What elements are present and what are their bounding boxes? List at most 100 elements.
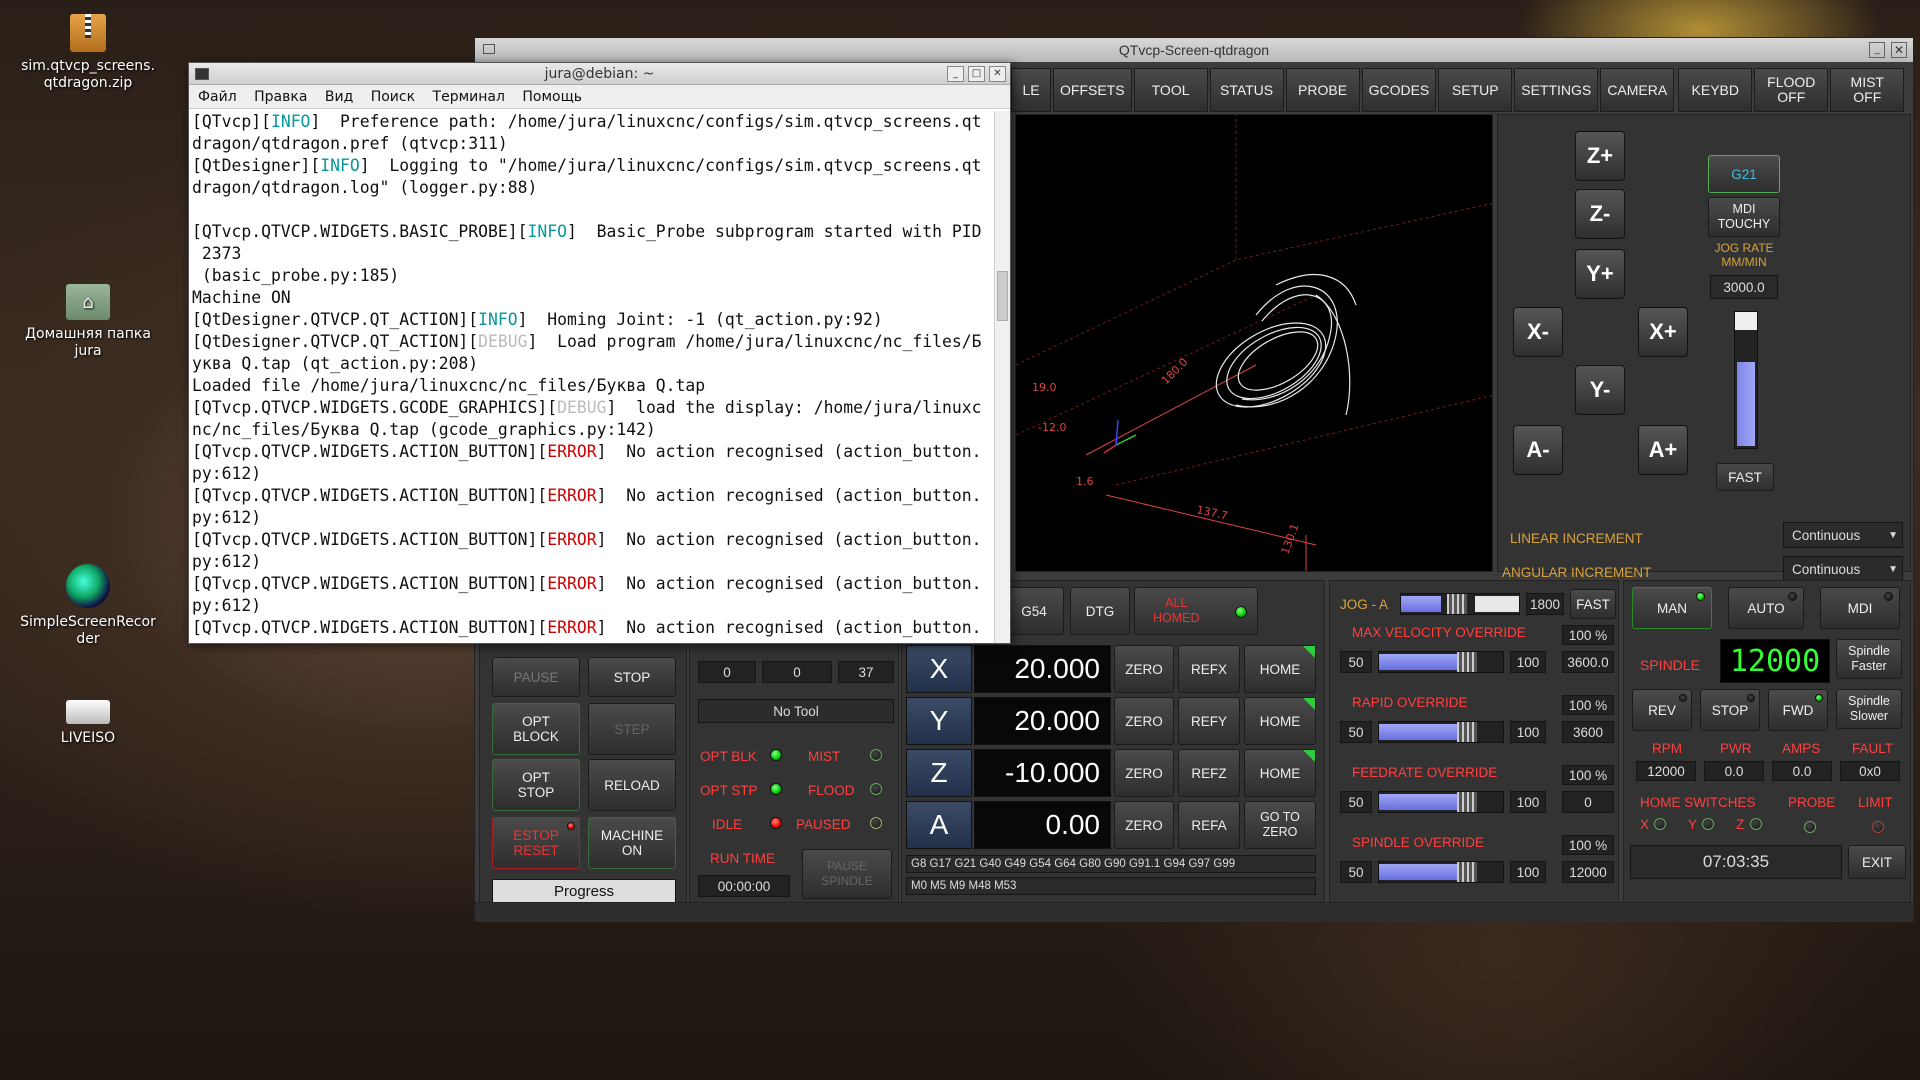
menu-help[interactable]: Помощь [522, 89, 582, 105]
gcode-graphics-view[interactable]: 19.0 -12.0 1.6 137.7 130.1 180.0 [1015, 114, 1493, 572]
scrollbar-thumb[interactable] [997, 271, 1008, 321]
tab-setup[interactable]: SETUP [1438, 68, 1513, 112]
jog-z-plus-button[interactable]: Z+ [1575, 131, 1625, 181]
menu-icon[interactable] [483, 44, 495, 54]
units-button[interactable]: G21 [1708, 155, 1780, 193]
chevron-down-icon: ▼ [1888, 563, 1898, 575]
slider-knob[interactable] [1457, 792, 1477, 812]
terminal-scrollbar[interactable] [994, 111, 1010, 643]
ref-y-button[interactable]: REFY [1178, 697, 1240, 745]
jog-a-plus-button[interactable]: A+ [1638, 425, 1688, 475]
tab-tool[interactable]: TOOL [1133, 68, 1208, 112]
mdi-touchy-button[interactable]: MDI TOUCHY [1708, 197, 1780, 237]
angular-increment-select[interactable]: Continuous ▼ [1783, 556, 1903, 582]
qtdragon-titlebar[interactable]: QTvcp-Screen-qtdragon _ ✕ [475, 38, 1913, 62]
slider-knob[interactable] [1447, 594, 1467, 614]
terminal-output[interactable]: [QTvcp][INFO] Preference path: /home/jur… [192, 111, 992, 643]
g54-button[interactable]: G54 [1004, 587, 1064, 635]
jog-x-plus-button[interactable]: X+ [1638, 307, 1688, 357]
mode-mdi-button[interactable]: MDI [1820, 587, 1900, 629]
zero-x-button[interactable]: ZERO [1114, 645, 1174, 693]
home-y-button[interactable]: HOME [1244, 697, 1316, 745]
spindle-stop-button[interactable]: STOP [1700, 689, 1760, 731]
flood-button[interactable]: FLOOD OFF [1754, 68, 1829, 112]
tab-file[interactable]: LE [1011, 68, 1051, 112]
value: Continuous [1792, 527, 1861, 543]
machine-on-button[interactable]: MACHINE ON [588, 817, 676, 869]
exit-button[interactable]: EXIT [1848, 845, 1906, 879]
override-value: 3600.0 [1562, 651, 1614, 673]
opt-stop-button[interactable]: OPT STOP [492, 759, 580, 811]
tab-settings[interactable]: SETTINGS [1514, 68, 1599, 112]
ref-a-button[interactable]: REFA [1178, 801, 1240, 849]
spindle-slower-button[interactable]: Spindle Slower [1836, 689, 1902, 729]
spindle-reverse-button[interactable]: REV [1632, 689, 1692, 731]
desktop-icon-recorder[interactable]: SimpleScreenRecor der [13, 564, 163, 648]
linear-increment-select[interactable]: Continuous ▼ [1783, 522, 1903, 548]
jog-fast-button[interactable]: FAST [1716, 463, 1774, 491]
mode-auto-button[interactable]: AUTO [1728, 587, 1804, 629]
override-slider[interactable] [1378, 651, 1504, 673]
override-slider[interactable] [1378, 861, 1504, 883]
tab-probe[interactable]: PROBE [1285, 68, 1360, 112]
slider-knob[interactable] [1457, 652, 1477, 672]
tab-camera[interactable]: CAMERA [1600, 68, 1675, 112]
desktop-icon-liveiso[interactable]: LIVEISO [13, 692, 163, 747]
tab-gcodes[interactable]: GCODES [1361, 68, 1437, 112]
terminal-titlebar[interactable]: jura@debian: ~ _ □ ✕ [189, 63, 1010, 85]
spindle-forward-button[interactable]: FWD [1768, 689, 1828, 731]
pause-spindle-button[interactable]: PAUSE SPINDLE [802, 849, 892, 899]
ref-z-button[interactable]: REFZ [1178, 749, 1240, 797]
opt-block-button[interactable]: OPT BLOCK [492, 703, 580, 755]
close-icon[interactable]: ✕ [989, 66, 1006, 82]
menu-file[interactable]: Файл [198, 89, 237, 105]
home-z-button[interactable]: HOME [1244, 749, 1316, 797]
close-icon[interactable]: ✕ [1891, 42, 1907, 58]
override-slider[interactable] [1378, 721, 1504, 743]
mist-button[interactable]: MIST OFF [1830, 68, 1905, 112]
dtg-button[interactable]: DTG [1070, 587, 1130, 635]
slider-knob[interactable] [1457, 722, 1477, 742]
tab-offsets[interactable]: OFFSETS [1053, 68, 1132, 112]
jog-a-fast-button[interactable]: FAST [1570, 589, 1616, 619]
menu-edit[interactable]: Правка [254, 89, 307, 105]
jog-y-plus-button[interactable]: Y+ [1575, 249, 1625, 299]
estop-reset-button[interactable]: ESTOP RESET [492, 817, 580, 869]
jog-z-minus-button[interactable]: Z- [1575, 189, 1625, 239]
menu-search[interactable]: Поиск [371, 89, 415, 105]
value: 12000 [1729, 643, 1821, 679]
zero-z-button[interactable]: ZERO [1114, 749, 1174, 797]
keyboard-button[interactable]: KEYBD [1678, 68, 1753, 112]
jog-rate-knob[interactable] [1735, 312, 1757, 330]
all-homed-button[interactable]: ALL HOMED [1134, 587, 1258, 635]
axis-letter: A [929, 809, 949, 840]
mode-manual-button[interactable]: MAN [1632, 587, 1712, 629]
homed-indicator [1303, 750, 1315, 762]
step-button[interactable]: STEP [588, 703, 676, 755]
spindle-faster-button[interactable]: Spindle Faster [1836, 639, 1902, 679]
override-slider[interactable] [1378, 791, 1504, 813]
ref-x-button[interactable]: REFX [1178, 645, 1240, 693]
jog-x-minus-button[interactable]: X- [1513, 307, 1563, 357]
goto-zero-button[interactable]: GO TO ZERO [1244, 801, 1316, 849]
menu-terminal[interactable]: Терминал [433, 89, 505, 105]
zero-y-button[interactable]: ZERO [1114, 697, 1174, 745]
jog-a-minus-button[interactable]: A- [1513, 425, 1563, 475]
reload-button[interactable]: RELOAD [588, 759, 676, 811]
pause-button[interactable]: PAUSE [492, 657, 580, 697]
minimize-icon[interactable]: _ [947, 66, 964, 82]
home-x-button[interactable]: HOME [1244, 645, 1316, 693]
desktop-icon-home[interactable]: ⌂ Домашняя папка jura [13, 284, 163, 360]
zero-a-button[interactable]: ZERO [1114, 801, 1174, 849]
value: 0 [793, 664, 801, 680]
jog-y-minus-button[interactable]: Y- [1575, 365, 1625, 415]
menu-view[interactable]: Вид [325, 89, 353, 105]
tab-status[interactable]: STATUS [1209, 68, 1284, 112]
desktop-icon-zip[interactable]: sim.qtvcp_screens. qtdragon.zip [13, 14, 163, 92]
jog-rate-slider[interactable] [1734, 311, 1758, 449]
maximize-icon[interactable]: □ [968, 66, 985, 82]
jog-a-slider[interactable] [1400, 593, 1520, 615]
stop-button[interactable]: STOP [588, 657, 676, 697]
slider-knob[interactable] [1457, 862, 1477, 882]
minimize-icon[interactable]: _ [1869, 42, 1885, 58]
